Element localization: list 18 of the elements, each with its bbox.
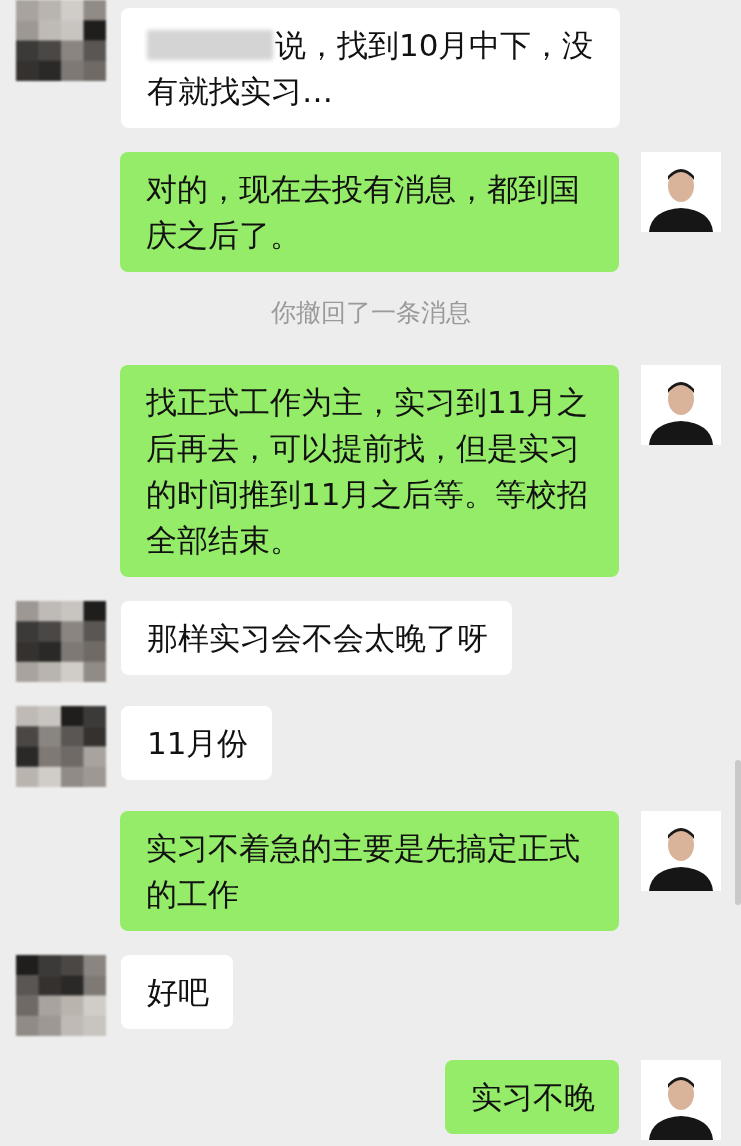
message-bubble: 说，找到10月中下，没有就找实习… bbox=[121, 8, 620, 128]
message-bubble: 那样实习会不会太晚了呀 bbox=[121, 601, 512, 675]
avatar[interactable] bbox=[641, 365, 721, 445]
message-bubble: 11月份 bbox=[121, 706, 273, 780]
avatar[interactable] bbox=[641, 811, 721, 891]
avatar[interactable] bbox=[16, 601, 106, 682]
message-bubble: 对的，现在去投有消息，都到国庆之后了。 bbox=[120, 152, 619, 272]
avatar[interactable] bbox=[16, 955, 106, 1036]
message-bubble: 找正式工作为主，实习到11月之后再去，可以提前找，但是实习的时间推到11月之后等。等校招全部结束。 bbox=[120, 365, 619, 577]
avatar[interactable] bbox=[641, 152, 721, 232]
message-bubble: 实习不着急的主要是先搞定正式的工作 bbox=[120, 811, 619, 931]
avatar[interactable] bbox=[16, 0, 106, 81]
avatar[interactable] bbox=[641, 1060, 721, 1140]
recall-notice: 你撤回了一条消息 bbox=[270, 298, 471, 327]
scroll-bar[interactable] bbox=[735, 760, 741, 905]
avatar[interactable] bbox=[16, 706, 106, 787]
message-bubble: 实习不晚 bbox=[445, 1060, 619, 1134]
message-bubble: 好吧 bbox=[121, 955, 233, 1029]
